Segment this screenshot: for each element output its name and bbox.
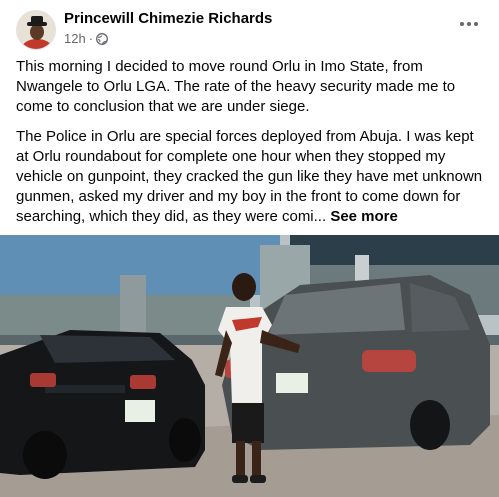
post-body: This morning I decided to move round Orl…: [16, 57, 488, 237]
facebook-post: Princewill Chimezie Richards 12h · This …: [0, 0, 499, 497]
post-header: Princewill Chimezie Richards 12h ·: [14, 8, 489, 52]
globe-icon: [96, 32, 108, 45]
post-photo[interactable]: [0, 235, 499, 497]
post-meta: 12h ·: [64, 31, 108, 46]
meta-separator: ·: [88, 31, 94, 46]
see-more-link[interactable]: See more: [330, 208, 398, 225]
post-paragraph-truncated: The Police in Orlu are special forces de…: [16, 127, 488, 227]
post-paragraph: This morning I decided to move round Orl…: [16, 58, 456, 115]
post-time[interactable]: 12h: [64, 31, 86, 46]
author-name[interactable]: Princewill Chimezie Richards: [64, 10, 272, 27]
author-avatar[interactable]: [16, 10, 56, 50]
more-options-icon[interactable]: [455, 14, 483, 34]
post-paragraph-text: The Police in Orlu are special forces de…: [16, 128, 483, 225]
